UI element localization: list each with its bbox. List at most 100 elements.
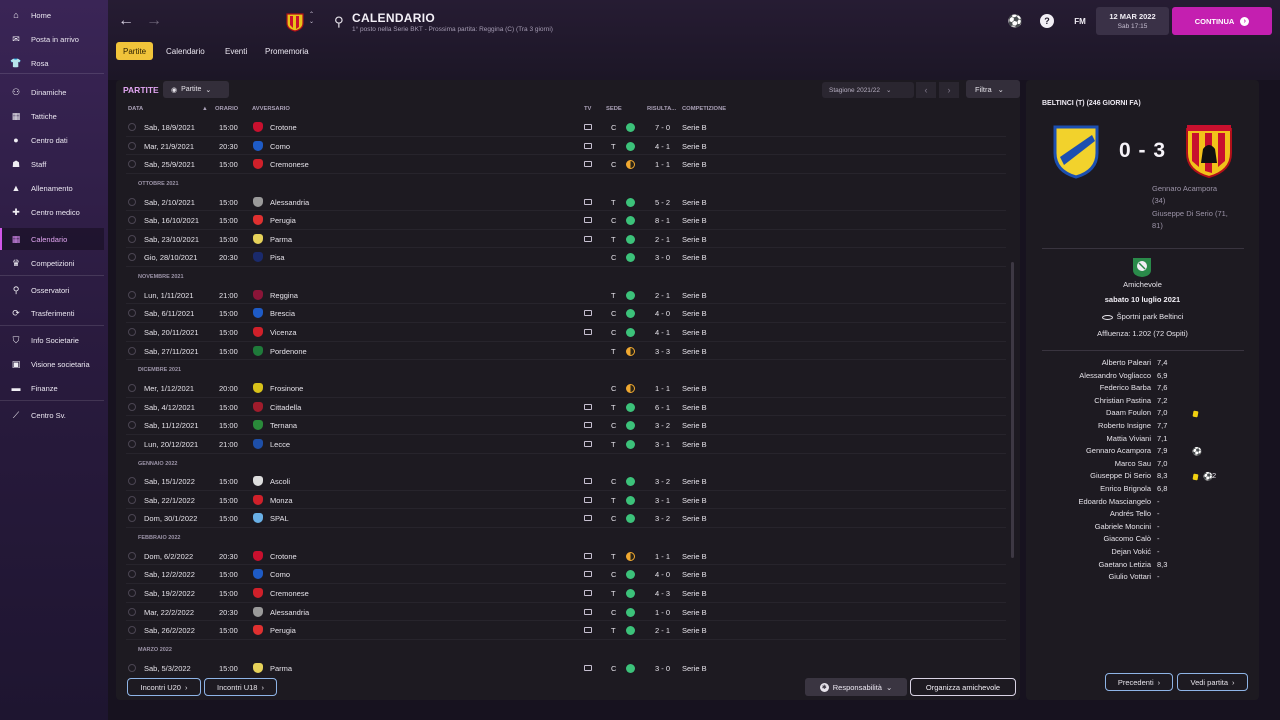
- row-menu-icon[interactable]: [128, 253, 136, 262]
- fixture-row[interactable]: Sab, 27/11/2021 15:00 Pordenone T 3 - 3 Serie…: [126, 342, 1006, 361]
- col-header-date[interactable]: DATA: [128, 106, 143, 112]
- sidebar-item-osservatori[interactable]: ⚲ Osservatori: [0, 279, 104, 301]
- fixture-competition[interactable]: Serie B: [682, 160, 707, 169]
- opponent-name[interactable]: Lecce: [270, 440, 290, 449]
- sidebar-item-info-societarie[interactable]: ⛉ Info Societarie: [0, 329, 104, 351]
- sidebar-item-home[interactable]: ⌂ Home: [0, 4, 104, 26]
- fixture-competition[interactable]: Serie B: [682, 309, 707, 318]
- sidebar-item-visione-societaria[interactable]: ▣ Visione societaria: [0, 353, 104, 375]
- player-rating-row[interactable]: Marco Sau 7,0: [1026, 459, 1259, 471]
- fixture-competition[interactable]: Serie B: [682, 328, 707, 337]
- player-rating-row[interactable]: Gennaro Acampora 7,9 ⚽: [1026, 446, 1259, 458]
- fixture-row[interactable]: Sab, 15/1/2022 15:00 Ascoli C 3 - 2 Serie B: [126, 472, 1006, 491]
- fixture-competition[interactable]: Serie B: [682, 198, 707, 207]
- fixture-competition[interactable]: Serie B: [682, 142, 707, 151]
- tab-promemoria[interactable]: Promemoria: [258, 42, 316, 60]
- sidebar-item-allenamento[interactable]: ▲ Allenamento: [0, 177, 104, 199]
- player-rating-row[interactable]: Daam Foulon 7,0: [1026, 408, 1259, 420]
- player-rating-row[interactable]: Gabriele Moncini -: [1026, 522, 1259, 534]
- fixture-score[interactable]: 3 - 0: [655, 664, 670, 673]
- tab-partite[interactable]: Partite: [116, 42, 154, 60]
- opponent-name[interactable]: Alessandria: [270, 608, 309, 617]
- fixture-score[interactable]: 6 - 1: [655, 403, 670, 412]
- fixture-score[interactable]: 4 - 0: [655, 309, 670, 318]
- fixture-score[interactable]: 2 - 1: [655, 235, 670, 244]
- fixture-competition[interactable]: Serie B: [682, 626, 707, 635]
- opponent-name[interactable]: SPAL: [270, 514, 289, 523]
- responsibility-button[interactable]: ✱ Responsabilità ⌄: [805, 678, 907, 696]
- fixture-row[interactable]: Gio, 28/10/2021 20:30 Pisa C 3 - 0 Serie B: [126, 248, 1006, 268]
- sidebar-item-posta-in-arrivo[interactable]: ✉ Posta in arrivo: [0, 28, 104, 50]
- sidebar-item-calendario[interactable]: ▦ Calendario: [0, 228, 104, 250]
- player-rating-row[interactable]: Dejan Vokić -: [1026, 547, 1259, 559]
- fixture-row[interactable]: Sab, 2/10/2021 15:00 Alessandria T 5 - 2 Seri…: [126, 193, 1006, 212]
- sidebar-item-competizioni[interactable]: ♛ Competizioni: [0, 252, 104, 274]
- row-menu-icon[interactable]: [128, 421, 136, 430]
- club-crest-icon[interactable]: [286, 12, 304, 32]
- row-menu-icon[interactable]: [128, 216, 136, 225]
- fixture-competition[interactable]: Serie B: [682, 477, 707, 486]
- fixture-row[interactable]: Sab, 12/2/2022 15:00 Como C 4 - 0 Serie B: [126, 565, 1006, 585]
- opponent-name[interactable]: Monza: [270, 496, 293, 505]
- player-rating-row[interactable]: Giuseppe Di Serio 8,3 ⚽ 2: [1026, 471, 1259, 483]
- prev-season-button[interactable]: ‹: [916, 82, 936, 98]
- continue-button[interactable]: CONTINUA ›: [1172, 7, 1272, 35]
- opponent-name[interactable]: Ascoli: [270, 477, 290, 486]
- fixture-score[interactable]: 5 - 2: [655, 198, 670, 207]
- filter-button[interactable]: Filtra ⌄: [966, 80, 1020, 98]
- row-menu-icon[interactable]: [128, 402, 136, 411]
- fixture-row[interactable]: Mar, 22/2/2022 20:30 Alessandria C 1 - 0 Seri…: [126, 603, 1006, 622]
- fixture-score[interactable]: 3 - 3: [655, 347, 670, 356]
- fixture-row[interactable]: Sab, 25/9/2021 15:00 Cremonese C 1 - 1 Serie …: [126, 155, 1006, 174]
- benevento-crest-icon[interactable]: [1181, 123, 1237, 179]
- opponent-name[interactable]: Como: [270, 570, 290, 579]
- fixture-competition[interactable]: Serie B: [682, 235, 707, 244]
- search-icon[interactable]: ⚲: [334, 14, 344, 30]
- opponent-name[interactable]: Cremonese: [270, 160, 309, 169]
- opponent-name[interactable]: Como: [270, 142, 290, 151]
- fixture-score[interactable]: 4 - 1: [655, 328, 670, 337]
- opponent-name[interactable]: Cremonese: [270, 589, 309, 598]
- opponent-name[interactable]: Frosinone: [270, 384, 303, 393]
- fixture-row[interactable]: Sab, 18/9/2021 15:00 Crotone C 7 - 0 Serie B: [126, 118, 1006, 137]
- player-rating-row[interactable]: Giulio Vottari -: [1026, 572, 1259, 584]
- sidebar-item-centro-dati[interactable]: ● Centro dati: [0, 129, 104, 151]
- row-menu-icon[interactable]: [128, 607, 136, 616]
- fixture-score[interactable]: 1 - 0: [655, 608, 670, 617]
- fixture-row[interactable]: Sab, 20/11/2021 15:00 Vicenza C 4 - 1 Serie B: [126, 323, 1006, 342]
- player-rating-row[interactable]: Enrico Brignola 6,8: [1026, 484, 1259, 496]
- fixture-score[interactable]: 3 - 1: [655, 496, 670, 505]
- row-menu-icon[interactable]: [128, 514, 136, 523]
- fixture-score[interactable]: 1 - 1: [655, 160, 670, 169]
- row-menu-icon[interactable]: [128, 123, 136, 131]
- row-menu-icon[interactable]: [128, 141, 136, 150]
- opponent-name[interactable]: Vicenza: [270, 328, 297, 337]
- player-rating-row[interactable]: Christian Pastina 7,2: [1026, 396, 1259, 408]
- fixture-score[interactable]: 1 - 1: [655, 552, 670, 561]
- scrollbar[interactable]: [1011, 262, 1014, 558]
- opponent-name[interactable]: Pordenone: [270, 347, 307, 356]
- fixture-score[interactable]: 3 - 2: [655, 514, 670, 523]
- fixture-row[interactable]: Dom, 6/2/2022 20:30 Crotone T 1 - 1 Serie B: [126, 547, 1006, 566]
- player-rating-row[interactable]: Andrés Tello -: [1026, 509, 1259, 521]
- previous-matches-button[interactable]: Precedenti ›: [1105, 673, 1173, 691]
- col-header-tv[interactable]: TV: [584, 106, 591, 112]
- ball-icon[interactable]: ⚽: [1008, 14, 1023, 28]
- beltinci-crest-icon[interactable]: [1052, 123, 1100, 179]
- player-rating-row[interactable]: Edoardo Masciangelo -: [1026, 497, 1259, 509]
- fixture-competition[interactable]: Serie B: [682, 514, 707, 523]
- game-date[interactable]: 12 MAR 2022 Sab 17:15: [1096, 7, 1169, 35]
- u18-fixtures-button[interactable]: Incontri U18 ›: [204, 678, 277, 696]
- sidebar-item-staff[interactable]: ☗ Staff: [0, 153, 104, 175]
- row-menu-icon[interactable]: [128, 346, 136, 355]
- row-menu-icon[interactable]: [128, 663, 136, 672]
- fm-menu-icon[interactable]: FM: [1070, 14, 1090, 28]
- sidebar-item-rosa[interactable]: 👕 Rosa: [0, 52, 104, 74]
- row-menu-icon[interactable]: [128, 290, 136, 299]
- player-rating-row[interactable]: Federico Barba 7,6: [1026, 383, 1259, 395]
- sidebar-item-centro-sv-[interactable]: ⟋ Centro Sv.: [0, 404, 104, 426]
- row-menu-icon[interactable]: [128, 309, 136, 318]
- fixture-row[interactable]: Lun, 1/11/2021 21:00 Reggina T 2 - 1 Serie B: [126, 286, 1006, 305]
- row-menu-icon[interactable]: [128, 570, 136, 579]
- col-header-venue[interactable]: SEDE: [606, 106, 622, 112]
